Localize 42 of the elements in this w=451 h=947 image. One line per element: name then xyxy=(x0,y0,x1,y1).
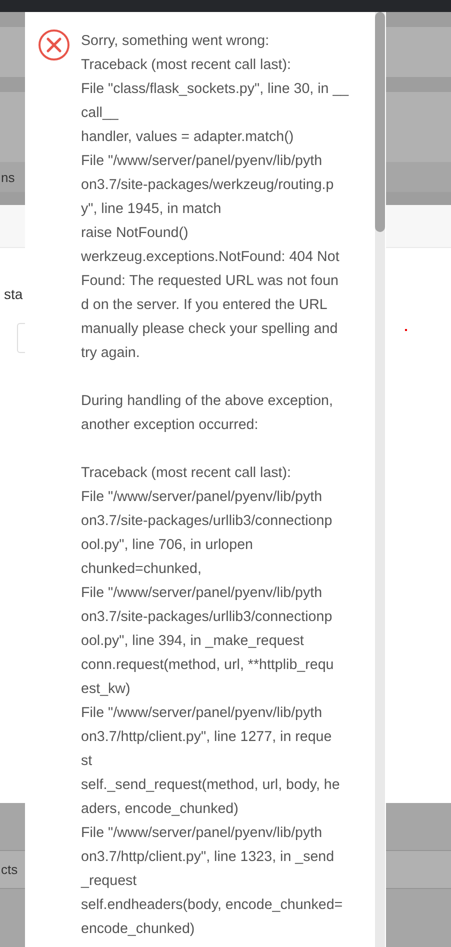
error-text: Found: The requested URL was not foun xyxy=(81,272,340,291)
error-text: During handling of the above exception, xyxy=(81,392,334,411)
error-text: another exception occurred: xyxy=(81,416,260,435)
error-text: on3.7/http/client.py", line 1323, in _send xyxy=(81,848,336,867)
error-text: call__ xyxy=(81,104,120,123)
error-text: aders, encode_chunked) xyxy=(81,800,240,819)
error-text: File "/www/server/panel/pyenv/lib/pyth xyxy=(81,704,324,723)
error-text: Sorry, something went wrong: xyxy=(81,32,270,51)
field-label: sta xyxy=(3,286,23,302)
error-text: Traceback (most recent call last): xyxy=(81,464,292,483)
error-text: _request xyxy=(81,872,138,891)
error-text: handler, values = adapter.match() xyxy=(81,128,295,147)
error-text: File "/www/server/panel/pyenv/lib/pyth xyxy=(81,584,324,603)
table-cell: cts xyxy=(0,862,18,877)
error-text: manually please check your spelling and xyxy=(81,320,339,339)
error-text: encode_chunked) xyxy=(81,920,196,939)
error-text: self._send_request(method, url, body, he xyxy=(81,776,341,795)
scrollbar[interactable] xyxy=(375,12,385,947)
error-text: try again. xyxy=(81,344,141,363)
error-text: on3.7/http/client.py", line 1277, in reque xyxy=(81,728,333,747)
error-text: File "class/flask_sockets.py", line 30, in __ xyxy=(81,80,349,99)
error-text: st xyxy=(81,752,94,771)
error-text: self.endheaders(body, encode_chunked= xyxy=(81,896,344,915)
error-text: File "/www/server/panel/pyenv/lib/pyth xyxy=(81,488,324,507)
error-text: on3.7/site-packages/werkzeug/routing.p xyxy=(81,176,335,195)
error-text: werkzeug.exceptions.NotFound: 404 Not xyxy=(81,248,340,267)
error-text: chunked=chunked, xyxy=(81,560,202,579)
tab-label[interactable]: ns xyxy=(0,170,15,184)
required-mark xyxy=(405,329,407,331)
error-text: est_kw) xyxy=(81,680,132,699)
error-text: Traceback (most recent call last): xyxy=(81,56,292,75)
error-text: conn.request(method, url, **httplib_requ xyxy=(81,656,335,675)
error-text: File "/www/server/panel/pyenv/lib/pyth xyxy=(81,152,324,171)
error-text: on3.7/site-packages/urllib3/connectionp xyxy=(81,608,334,627)
error-text: ool.py", line 394, in _make_request xyxy=(81,632,305,651)
error-text: raise NotFound() xyxy=(81,224,190,243)
error-text: y", line 1945, in match xyxy=(81,200,222,219)
error-text: on3.7/site-packages/urllib3/connectionp xyxy=(81,512,334,531)
error-text: ool.py", line 706, in urlopen xyxy=(81,536,254,555)
error-text: File "/www/server/panel/pyenv/lib/pyth xyxy=(81,824,324,843)
error-text: d on the server. If you entered the URL xyxy=(81,296,328,315)
error-icon xyxy=(38,29,70,61)
